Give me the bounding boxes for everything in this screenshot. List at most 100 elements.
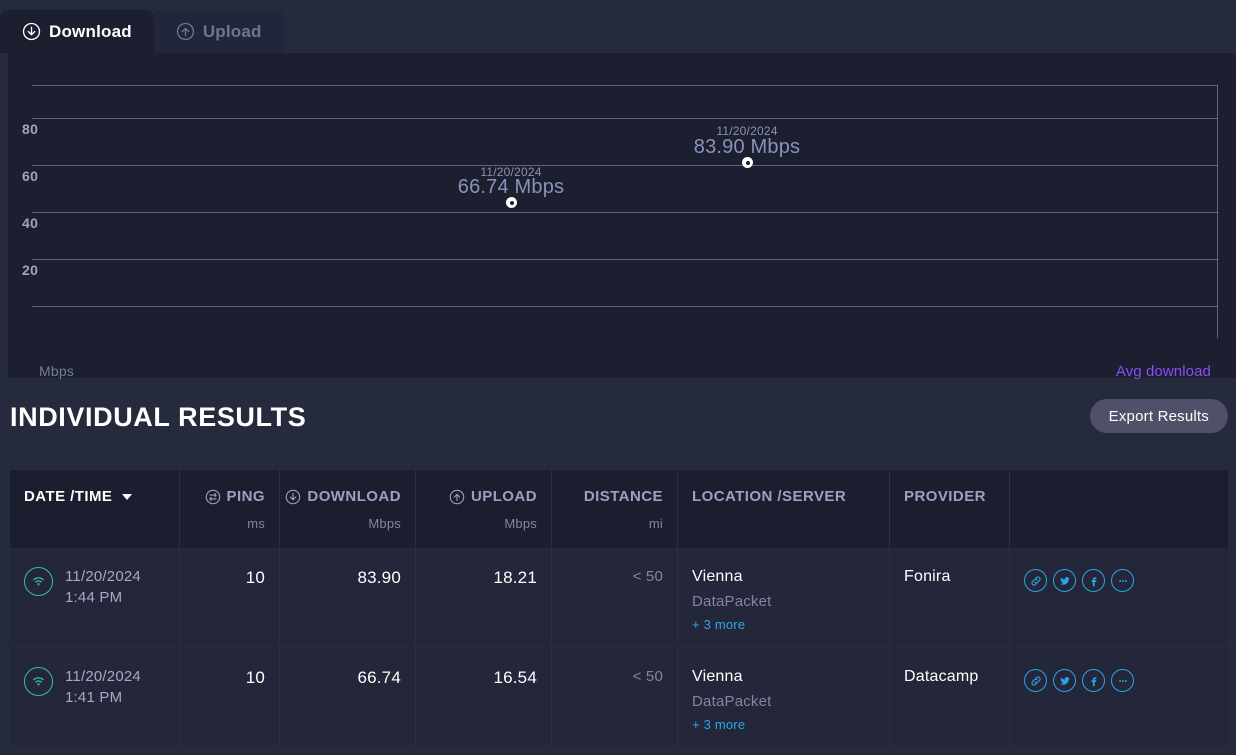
cell-download: 66.74	[280, 648, 416, 746]
gridline-0	[32, 306, 1218, 307]
cell-date-time: 11/20/2024 1:44 PM	[10, 548, 180, 646]
cell-download: 83.90	[280, 548, 416, 646]
cell-actions	[1010, 648, 1228, 746]
chart-right-axis	[1217, 85, 1218, 338]
row-provider: Datacamp	[904, 668, 979, 685]
download-circle-icon	[22, 22, 41, 41]
column-header-provider[interactable]: PROVIDER	[890, 470, 1010, 548]
row-download-value: 83.90	[357, 568, 401, 587]
column-header-download[interactable]: DOWNLOAD Mbps	[280, 470, 416, 548]
ellipsis-icon[interactable]	[1111, 569, 1134, 592]
gridline-100	[32, 85, 1218, 86]
column-header-distance[interactable]: DISTANCE mi	[552, 470, 678, 548]
export-results-button[interactable]: Export Results	[1089, 399, 1228, 433]
column-label-download: DOWNLOAD	[307, 488, 401, 505]
column-unit-distance: mi	[648, 516, 663, 531]
column-label-distance: DISTANCE	[583, 488, 663, 505]
cell-distance: < 50	[552, 548, 678, 646]
chart-unit-label: Mbps	[39, 363, 75, 379]
y-tick-60: 60	[22, 168, 39, 184]
chart-point-2[interactable]	[742, 157, 753, 168]
ping-icon	[205, 489, 221, 505]
column-label-ping: PING	[226, 488, 265, 505]
row-more-servers-link[interactable]: + 3 more	[692, 717, 875, 732]
cell-provider: Datacamp	[890, 648, 1010, 746]
individual-results-header: INDIVIDUAL RESULTS Export Results	[0, 386, 1236, 456]
speedtest-results-page: Download Upload 80 60 40 20 Mbps Avg dow…	[0, 0, 1236, 755]
upload-circle-icon	[449, 489, 465, 505]
gridline-60	[32, 165, 1218, 166]
column-header-location-server[interactable]: LOCATION /SERVER	[678, 470, 890, 548]
tab-download-label: Download	[49, 21, 132, 41]
column-unit-ping: ms	[247, 516, 265, 531]
chart-legend-avg-download: Avg download	[1115, 363, 1211, 380]
twitter-icon[interactable]	[1053, 569, 1076, 592]
cell-location-server: Vienna DataPacket + 3 more	[678, 648, 890, 746]
cell-upload: 16.54	[416, 648, 552, 746]
column-label-date-time: DATE /TIME	[24, 488, 113, 505]
link-icon[interactable]	[1024, 669, 1047, 692]
tab-download[interactable]: Download	[0, 10, 154, 53]
table-header-row: DATE /TIME PING ms DOWNLOAD Mbps UPLOAD …	[10, 470, 1228, 548]
column-header-ping[interactable]: PING ms	[180, 470, 280, 548]
cell-distance: < 50	[552, 648, 678, 746]
row-download-value: 66.74	[357, 668, 401, 687]
download-chart-panel: 80 60 40 20 Mbps Avg download 11/20/2024…	[8, 53, 1236, 380]
facebook-icon[interactable]	[1082, 669, 1105, 692]
column-label-location-server: LOCATION /SERVER	[692, 488, 847, 505]
row-location: Vienna	[692, 668, 743, 685]
tab-upload[interactable]: Upload	[153, 10, 284, 53]
gridline-40	[32, 212, 1218, 213]
row-server: DataPacket	[692, 593, 772, 610]
row-upload-value: 16.54	[493, 668, 537, 687]
facebook-icon[interactable]	[1082, 569, 1105, 592]
column-header-date-time[interactable]: DATE /TIME	[10, 470, 180, 548]
row-location: Vienna	[692, 568, 743, 585]
twitter-icon[interactable]	[1053, 669, 1076, 692]
tab-upload-label: Upload	[202, 21, 262, 41]
row-time: 1:41 PM	[65, 689, 123, 706]
ellipsis-icon[interactable]	[1111, 669, 1134, 692]
gridline-20	[32, 259, 1218, 260]
chart-point-1[interactable]	[506, 197, 517, 208]
cell-location-server: Vienna DataPacket + 3 more	[678, 548, 890, 646]
row-distance-value: < 50	[632, 668, 663, 685]
link-icon[interactable]	[1024, 569, 1047, 592]
results-table: DATE /TIME PING ms DOWNLOAD Mbps UPLOAD …	[10, 470, 1228, 748]
point-value-1: 66.74 Mbps	[457, 176, 565, 198]
table-row[interactable]: 11/20/2024 1:44 PM 10 83.90 18.21 < 50 V…	[10, 548, 1228, 646]
y-tick-20: 20	[22, 262, 39, 278]
y-tick-40: 40	[22, 215, 39, 231]
row-provider: Fonira	[904, 568, 951, 585]
cell-ping: 10	[180, 648, 280, 746]
download-circle-icon	[285, 489, 301, 505]
cell-provider: Fonira	[890, 548, 1010, 646]
cell-ping: 10	[180, 548, 280, 646]
row-ping-value: 10	[245, 668, 265, 687]
y-tick-80: 80	[22, 121, 39, 137]
table-row[interactable]: 11/20/2024 1:41 PM 10 66.74 16.54 < 50 V…	[10, 648, 1228, 746]
cell-actions	[1010, 548, 1228, 646]
row-distance-value: < 50	[632, 568, 663, 585]
column-label-provider: PROVIDER	[904, 488, 986, 505]
point-value-2: 83.90 Mbps	[693, 136, 801, 158]
chart-tab-bar: Download Upload	[0, 0, 1236, 53]
column-unit-download: Mbps	[368, 516, 401, 531]
wifi-icon	[24, 567, 53, 596]
row-upload-value: 18.21	[493, 568, 537, 587]
chart-plot-area	[32, 85, 1218, 338]
row-server: DataPacket	[692, 693, 772, 710]
row-date: 11/20/2024	[65, 668, 141, 685]
row-ping-value: 10	[245, 568, 265, 587]
sort-caret-icon[interactable]	[122, 493, 133, 500]
wifi-icon	[24, 667, 53, 696]
cell-upload: 18.21	[416, 548, 552, 646]
row-date: 11/20/2024	[65, 568, 141, 585]
column-header-upload[interactable]: UPLOAD Mbps	[416, 470, 552, 548]
gridline-80	[32, 118, 1218, 119]
upload-circle-icon	[176, 22, 195, 41]
column-unit-upload: Mbps	[504, 516, 537, 531]
column-header-actions	[1010, 470, 1228, 548]
row-more-servers-link[interactable]: + 3 more	[692, 617, 875, 632]
column-label-upload: UPLOAD	[470, 488, 537, 505]
